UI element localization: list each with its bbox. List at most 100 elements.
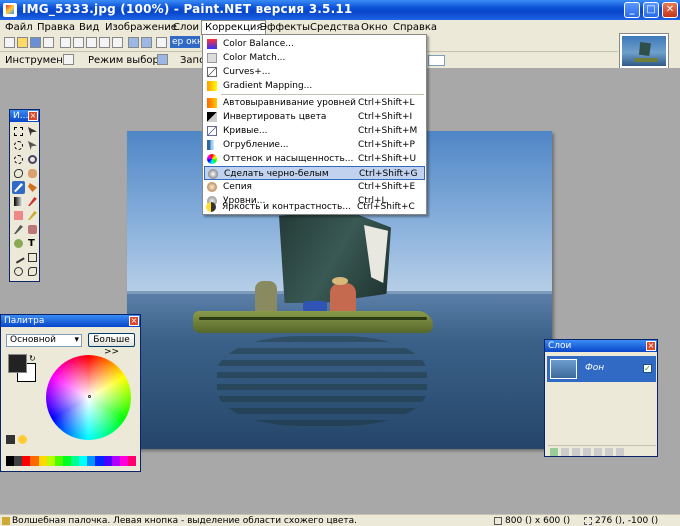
move-icon[interactable] — [26, 125, 39, 138]
color-picker-icon[interactable] — [12, 223, 25, 236]
layers-close-icon[interactable]: × — [646, 341, 656, 351]
menu-separator — [221, 94, 424, 95]
menu-item-hue-saturation[interactable]: Оттенок и насыщенность... Ctrl+Shift+U — [204, 152, 425, 166]
duplicate-layer-icon[interactable] — [572, 448, 580, 456]
swap-colors-icon[interactable]: ↻ — [29, 354, 36, 363]
rect-select-icon[interactable] — [12, 125, 25, 138]
posterize-icon — [207, 140, 217, 150]
menu-layers[interactable]: Слои — [170, 21, 202, 34]
curves-icon — [207, 126, 217, 136]
minimize-button[interactable]: _ — [624, 2, 640, 18]
move-selection-icon[interactable] — [26, 139, 39, 152]
menu-view[interactable]: Вид — [76, 21, 102, 34]
color-swatches[interactable] — [6, 456, 136, 466]
crop-icon[interactable] — [99, 37, 110, 48]
menu-file[interactable]: Файл — [2, 21, 36, 34]
menu-help[interactable]: Справка — [390, 21, 440, 34]
merge-layer-icon[interactable] — [583, 448, 591, 456]
magic-wand-status-icon — [2, 517, 10, 525]
menu-item-brightness-contrast[interactable]: Яркость и контрастность... Ctrl+Shift+C — [203, 200, 424, 214]
paintbrush-icon[interactable] — [26, 195, 39, 208]
menu-item-invert-colors[interactable]: Инвертировать цвета Ctrl+Shift+I — [204, 110, 425, 124]
layer-visibility-checkbox[interactable]: ✓ — [643, 364, 652, 373]
clone-stamp-icon[interactable] — [26, 223, 39, 236]
menu-item-black-and-white[interactable]: Сделать черно-белым Ctrl+Shift+G — [204, 166, 425, 180]
color-match-icon — [207, 53, 217, 63]
magic-wand-icon[interactable] — [63, 54, 74, 65]
auto-level-icon — [207, 98, 217, 108]
paint-bucket-icon[interactable] — [26, 181, 39, 194]
tools-panel-title: И... × — [10, 110, 39, 122]
line-icon[interactable] — [12, 251, 25, 264]
cut-icon[interactable] — [60, 37, 71, 48]
lasso2-icon[interactable] — [12, 167, 25, 180]
magic-wand-tool-icon[interactable] — [12, 181, 25, 194]
menu-item-curves-plus[interactable]: Curves+... — [204, 65, 425, 79]
menu-image[interactable]: Изображение — [102, 21, 180, 34]
menu-item-auto-level[interactable]: Автовыравнивание уровней Ctrl+Shift+L — [204, 96, 425, 110]
menu-window[interactable]: Окно — [358, 21, 391, 34]
print-icon[interactable] — [43, 37, 54, 48]
layer-properties-icon[interactable] — [616, 448, 624, 456]
menu-effects[interactable]: Эффекты — [257, 21, 313, 34]
redo-icon[interactable] — [141, 37, 152, 48]
menu-tools[interactable]: Средства — [307, 21, 363, 34]
ellipse-icon[interactable] — [12, 265, 25, 278]
layers-panel-title: Слои × — [545, 340, 657, 352]
menu-edit[interactable]: Правка — [34, 21, 78, 34]
zoom-tool-icon[interactable] — [26, 153, 39, 166]
curves-plus-icon — [207, 67, 217, 77]
title-bar: IMG_5333.jpg (100%) - Paint.NET версия 3… — [0, 0, 680, 20]
pan-icon[interactable] — [26, 167, 39, 180]
more-colors-button[interactable]: Больше >> — [88, 333, 135, 357]
image-size-icon — [494, 517, 502, 525]
maximize-button[interactable]: □ — [643, 2, 659, 18]
brightness-contrast-icon — [206, 202, 216, 212]
layers-panel: Слои × Фон ✓ — [544, 339, 658, 457]
tools-close-icon[interactable]: × — [28, 111, 38, 121]
layer-name: Фон — [585, 363, 605, 373]
zoom-icon[interactable] — [156, 37, 167, 48]
palette-mode-select[interactable]: Основной ▾ — [6, 334, 82, 347]
delete-layer-icon[interactable] — [561, 448, 569, 456]
recolor-icon[interactable] — [12, 237, 25, 250]
save-icon[interactable] — [30, 37, 41, 48]
copy-icon[interactable] — [73, 37, 84, 48]
menu-item-gradient-mapping[interactable]: Gradient Mapping... — [204, 79, 425, 93]
freeform-shape-icon[interactable] — [26, 265, 39, 278]
lasso-icon[interactable] — [12, 139, 25, 152]
undo-icon[interactable] — [128, 37, 139, 48]
layer-thumbnail — [550, 359, 577, 379]
tolerance-field[interactable] — [428, 55, 445, 66]
palette-close-icon[interactable]: × — [129, 316, 139, 326]
new-file-icon[interactable] — [4, 37, 15, 48]
image-thumbnail-tab[interactable] — [619, 33, 669, 69]
menu-item-color-match[interactable]: Color Match... — [204, 51, 425, 65]
pencil-icon[interactable] — [26, 209, 39, 222]
primary-color-swatch[interactable] — [8, 354, 27, 373]
eraser-icon[interactable] — [12, 209, 25, 222]
menu-item-sepia[interactable]: Сепия Ctrl+Shift+E — [204, 180, 425, 194]
window-mode-combo[interactable]: ер окна — [170, 36, 200, 48]
move-layer-up-icon[interactable] — [594, 448, 602, 456]
move-layer-down-icon[interactable] — [605, 448, 613, 456]
layer-row[interactable]: Фон ✓ — [547, 356, 656, 382]
paste-icon[interactable] — [86, 37, 97, 48]
add-layer-icon[interactable] — [550, 448, 558, 456]
open-file-icon[interactable] — [17, 37, 28, 48]
sepia-icon — [207, 182, 217, 192]
black-and-white-icon — [208, 169, 218, 179]
cursor-position-icon — [584, 517, 592, 525]
menu-item-curves[interactable]: Кривые... Ctrl+Shift+M — [204, 124, 425, 138]
ellipse-select-icon[interactable] — [12, 153, 25, 166]
gradient-icon[interactable] — [12, 195, 25, 208]
menu-item-posterize[interactable]: Огрубление... Ctrl+Shift+P — [204, 138, 425, 152]
deselect-icon[interactable] — [112, 37, 123, 48]
close-button[interactable]: ✕ — [662, 2, 678, 18]
palette-menu-icon[interactable] — [18, 435, 27, 444]
default-colors-icon[interactable] — [6, 435, 15, 444]
selection-mode-icon[interactable] — [157, 54, 168, 65]
rectangle-icon[interactable] — [26, 251, 39, 264]
menu-item-color-balance[interactable]: Color Balance... — [204, 37, 425, 51]
text-icon[interactable]: T — [26, 237, 39, 250]
